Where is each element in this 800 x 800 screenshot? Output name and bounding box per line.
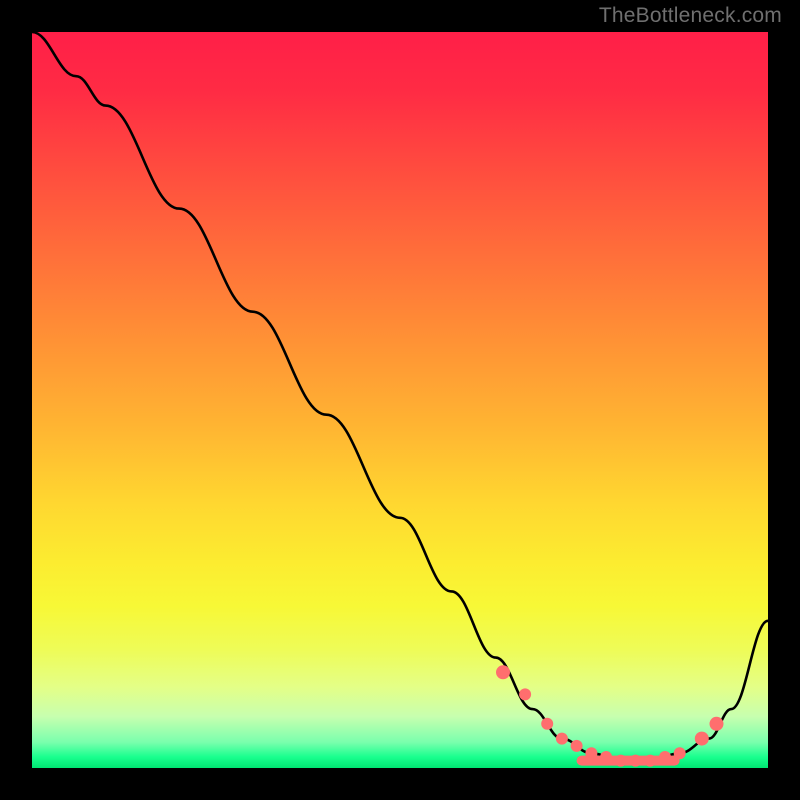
plot-area <box>32 32 768 768</box>
marker-dot <box>615 755 627 767</box>
marker-dot <box>630 755 642 767</box>
marker-dot <box>541 718 553 730</box>
marker-dot <box>496 665 510 679</box>
optimal-range-markers <box>496 665 724 766</box>
marker-dot <box>571 740 583 752</box>
marker-dot <box>710 717 724 731</box>
chart-frame: TheBottleneck.com <box>0 0 800 800</box>
marker-dot <box>585 747 597 759</box>
marker-dot <box>659 751 671 763</box>
marker-dot <box>556 733 568 745</box>
watermark-text: TheBottleneck.com <box>599 4 782 28</box>
marker-dot <box>695 732 709 746</box>
marker-dot <box>519 688 531 700</box>
marker-dot <box>600 751 612 763</box>
marker-dot <box>644 755 656 767</box>
bottleneck-curve <box>32 32 768 761</box>
curve-layer <box>32 32 768 768</box>
marker-dot <box>674 747 686 759</box>
